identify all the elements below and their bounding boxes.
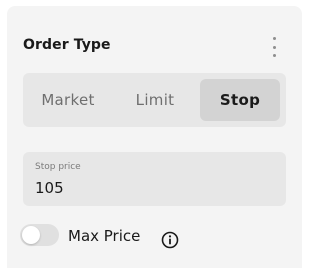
tab-limit[interactable]: Limit xyxy=(115,79,195,121)
more-options-icon[interactable] xyxy=(268,37,280,57)
stop-price-field[interactable]: Stop price xyxy=(23,152,286,206)
max-price-label: Max Price xyxy=(68,227,141,245)
order-type-selector: Market Limit Stop xyxy=(23,73,286,127)
stop-price-label: Stop price xyxy=(35,162,81,172)
max-price-toggle[interactable] xyxy=(20,224,59,246)
toggle-knob xyxy=(22,226,40,244)
panel-title: Order Type xyxy=(23,37,111,53)
order-type-panel: Order Type Market Limit Stop Stop price … xyxy=(7,6,302,268)
tab-market[interactable]: Market xyxy=(29,79,107,121)
info-icon[interactable] xyxy=(161,231,179,249)
tab-stop[interactable]: Stop xyxy=(200,79,280,121)
stop-price-input[interactable] xyxy=(35,179,275,197)
